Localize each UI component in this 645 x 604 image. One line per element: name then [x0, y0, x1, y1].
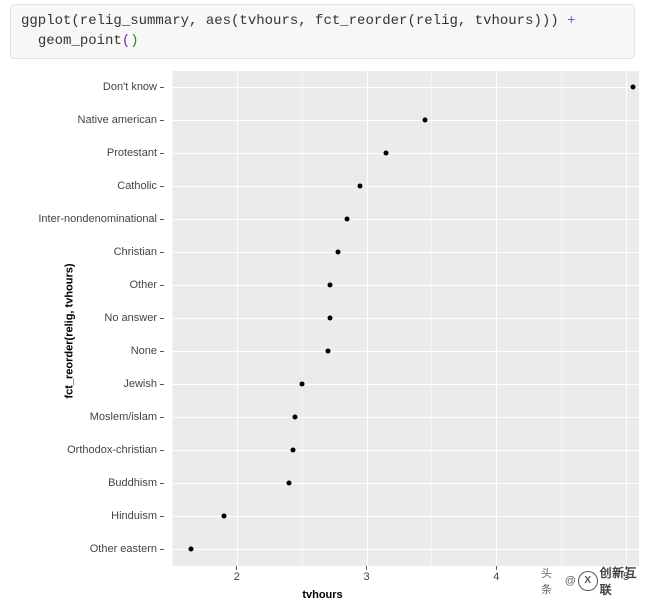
- code-line-2: geom_point(): [21, 33, 139, 49]
- x-tick-label: 3: [364, 566, 370, 583]
- data-point: [384, 151, 389, 156]
- plot-panel: [172, 71, 639, 566]
- watermark-brand: 创新互联: [600, 564, 645, 598]
- data-point: [336, 250, 341, 255]
- y-tick-label: Native american: [24, 114, 164, 126]
- x-tick-label: 2: [234, 566, 240, 583]
- y-tick-label: Moslem/islam: [24, 411, 164, 423]
- watermark: 头条@ X 创新互联: [541, 564, 645, 598]
- watermark-logo-icon: X: [578, 571, 598, 591]
- y-tick-label: Buddhism: [24, 477, 164, 489]
- data-point: [325, 349, 330, 354]
- data-point: [422, 118, 427, 123]
- y-axis: Don't know Native american Protestant Catho…: [22, 71, 170, 566]
- y-tick-label: Inter-nondenominational: [24, 213, 164, 225]
- y-tick-label: Don't know: [24, 81, 164, 93]
- y-tick-label: Other eastern: [24, 543, 164, 555]
- y-tick-label: Catholic: [24, 180, 164, 192]
- watermark-text-left: 头条: [541, 565, 563, 597]
- code-line-1: ggplot(relig_summary, aes(tvhours, fct_r…: [21, 13, 576, 29]
- data-point: [328, 316, 333, 321]
- y-tick-label: None: [24, 345, 164, 357]
- data-point: [299, 382, 304, 387]
- data-point: [293, 415, 298, 420]
- data-point: [358, 184, 363, 189]
- chart: fct_reorder(relig, tvhours) tvhours Don'…: [0, 59, 645, 604]
- y-tick-label: Orthodox-christian: [24, 444, 164, 456]
- data-point: [290, 448, 295, 453]
- data-point: [630, 85, 635, 90]
- y-tick-label: Christian: [24, 246, 164, 258]
- code-block: ggplot(relig_summary, aes(tvhours, fct_r…: [10, 4, 635, 59]
- x-tick-label: 4: [493, 566, 499, 583]
- data-point: [286, 481, 291, 486]
- data-point: [345, 217, 350, 222]
- y-tick-label: Hinduism: [24, 510, 164, 522]
- data-point: [221, 514, 226, 519]
- y-tick-label: Other: [24, 279, 164, 291]
- y-tick-label: Protestant: [24, 147, 164, 159]
- data-point: [328, 283, 333, 288]
- data-point: [189, 547, 194, 552]
- y-tick-label: No answer: [24, 312, 164, 324]
- y-tick-label: Jewish: [24, 378, 164, 390]
